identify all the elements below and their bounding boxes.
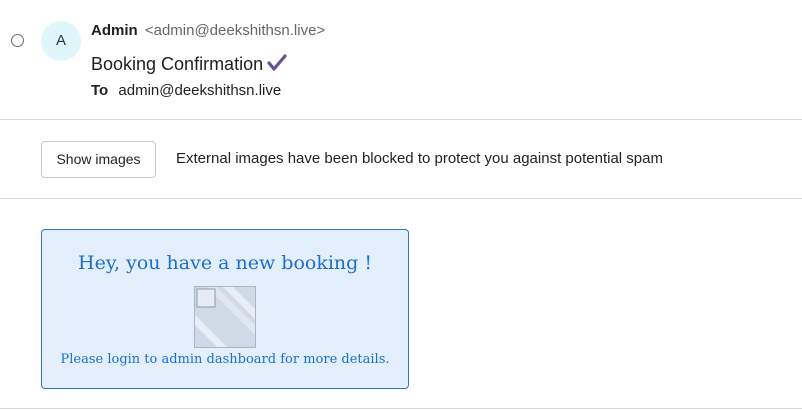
select-message-radio[interactable] xyxy=(11,34,24,47)
to-label: To xyxy=(91,82,109,99)
checkmark-icon xyxy=(267,54,287,77)
subject-text: Booking Confirmation xyxy=(91,54,264,74)
recipient-line: To admin@deekshithsn.live xyxy=(91,82,281,99)
broken-image-icon xyxy=(194,286,256,348)
avatar: A xyxy=(41,21,81,61)
divider xyxy=(0,408,802,409)
message-header: A Admin <admin@deekshithsn.live> Booking… xyxy=(0,0,802,119)
blocked-images-notice: External images have been blocked to pro… xyxy=(176,150,663,167)
email-body-card: Hey, you have a new booking ! Please log… xyxy=(41,229,409,389)
sender-email[interactable]: <admin@deekshithsn.live> xyxy=(145,22,325,39)
dashboard-note: Please login to admin dashboard for more… xyxy=(60,352,390,367)
recipient-address[interactable]: admin@deekshithsn.live xyxy=(118,82,281,99)
booking-heading: Hey, you have a new booking ! xyxy=(78,252,372,274)
sender-line: Admin <admin@deekshithsn.live> xyxy=(91,22,325,39)
sender-name[interactable]: Admin xyxy=(91,22,138,39)
subject-line: Booking Confirmation xyxy=(91,54,287,77)
divider xyxy=(0,198,802,199)
email-view: A Admin <admin@deekshithsn.live> Booking… xyxy=(0,0,802,410)
divider xyxy=(0,119,802,120)
show-images-button[interactable]: Show images xyxy=(41,141,156,178)
